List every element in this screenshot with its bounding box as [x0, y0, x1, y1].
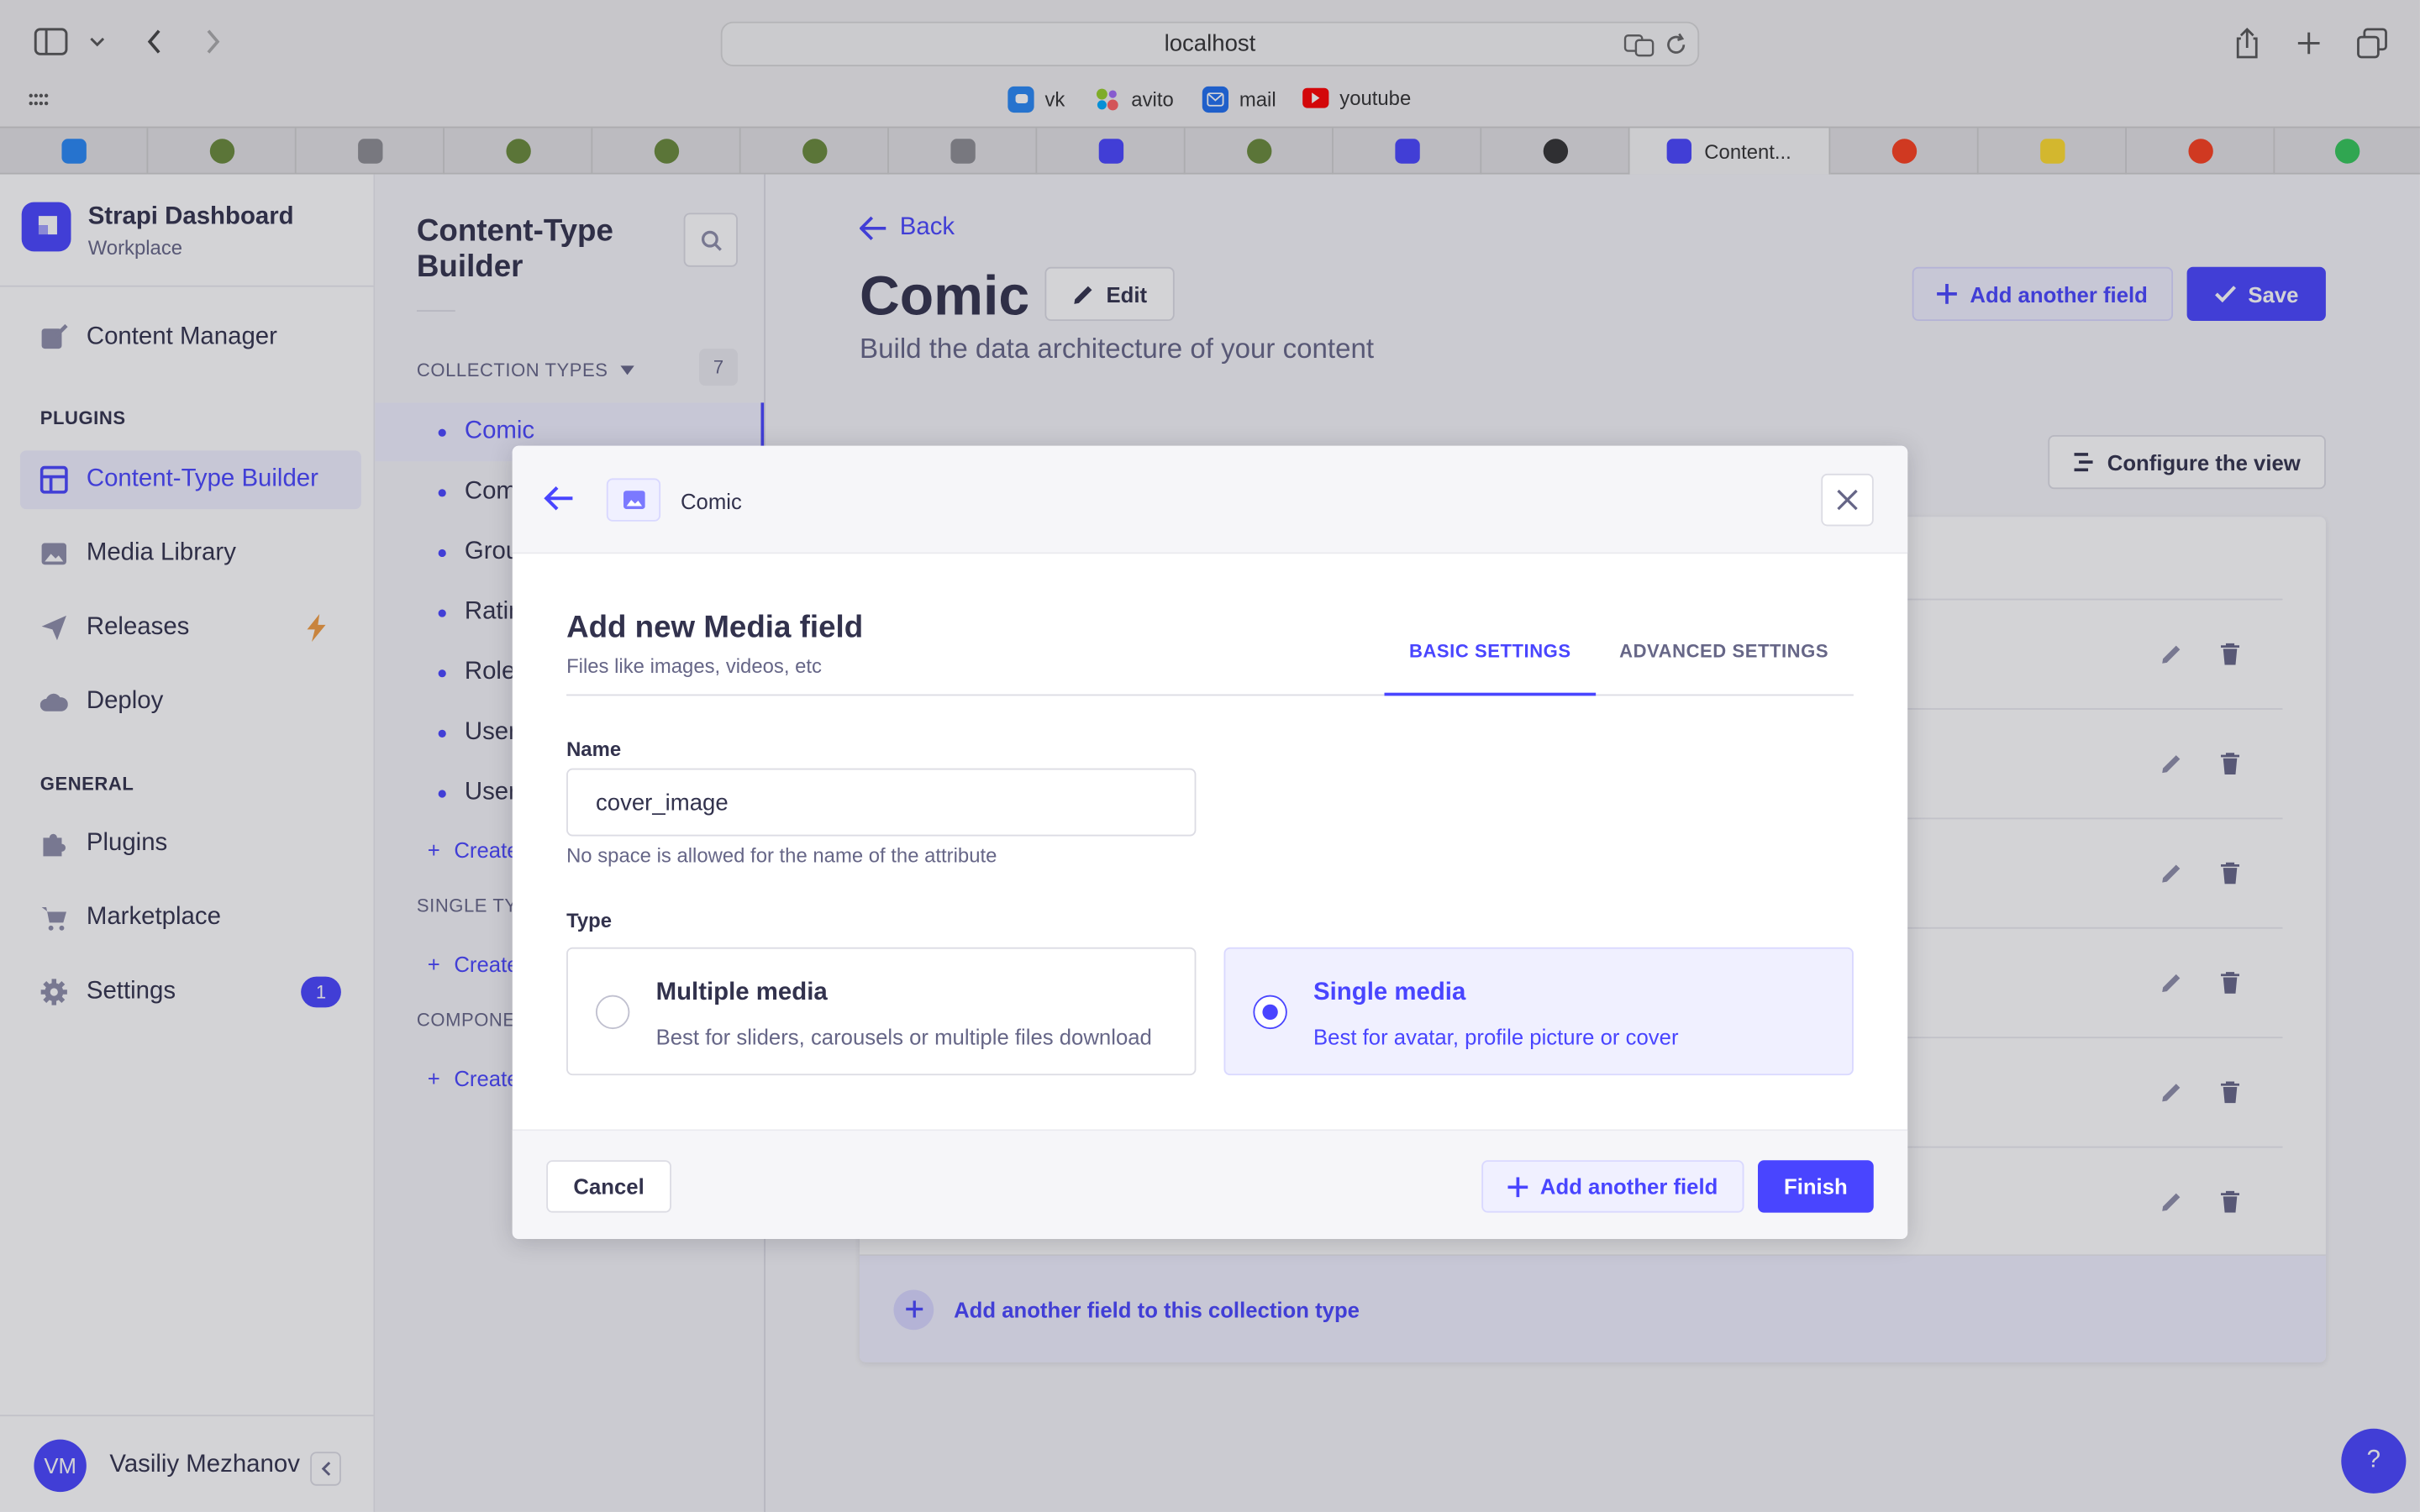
- finish-button[interactable]: Finish: [1758, 1160, 1874, 1213]
- plus-icon: [1507, 1176, 1528, 1197]
- multiple-media-option[interactable]: Multiple media Best for sliders, carouse…: [566, 947, 1197, 1076]
- cancel-button[interactable]: Cancel: [546, 1160, 671, 1213]
- add-media-field-modal: Comic Add new Media field Files like ima…: [512, 445, 1908, 1239]
- tab-advanced-settings[interactable]: ADVANCED SETTINGS: [1601, 629, 1848, 696]
- single-media-option[interactable]: Single media Best for avatar, profile pi…: [1223, 947, 1854, 1076]
- name-label: Name: [566, 737, 622, 761]
- option-description: Best for avatar, profile picture or cove…: [1313, 1024, 1679, 1049]
- close-icon: [1837, 489, 1858, 511]
- modal-subtitle: Files like images, videos, etc: [566, 654, 822, 678]
- modal-title: Add new Media field: [566, 611, 864, 645]
- name-input[interactable]: cover_image: [566, 768, 1197, 837]
- option-description: Best for sliders, carousels or multiple …: [655, 1024, 1152, 1049]
- modal-header: Comic: [512, 445, 1908, 554]
- modal-back-icon[interactable]: [544, 485, 575, 512]
- collection-type-icon: [606, 478, 661, 522]
- type-label: Type: [566, 908, 613, 932]
- button-label: Add another field: [1539, 1173, 1718, 1200]
- option-title: Multiple media: [655, 979, 828, 1006]
- button-label: Cancel: [573, 1173, 644, 1200]
- button-label: Finish: [1783, 1173, 1848, 1200]
- modal-breadcrumb: Comic: [680, 489, 742, 514]
- modal-footer: Cancel Add another field Finish: [512, 1129, 1908, 1239]
- tab-basic-settings[interactable]: BASIC SETTINGS: [1384, 629, 1597, 696]
- radio-button[interactable]: [595, 995, 630, 1030]
- modal-add-another-field-button[interactable]: Add another field: [1481, 1160, 1744, 1213]
- name-input-value: cover_image: [595, 789, 729, 816]
- name-hint: No space is allowed for the name of the …: [566, 843, 997, 868]
- close-button[interactable]: [1821, 473, 1874, 527]
- option-title: Single media: [1313, 979, 1466, 1006]
- radio-button-selected[interactable]: [1253, 995, 1287, 1030]
